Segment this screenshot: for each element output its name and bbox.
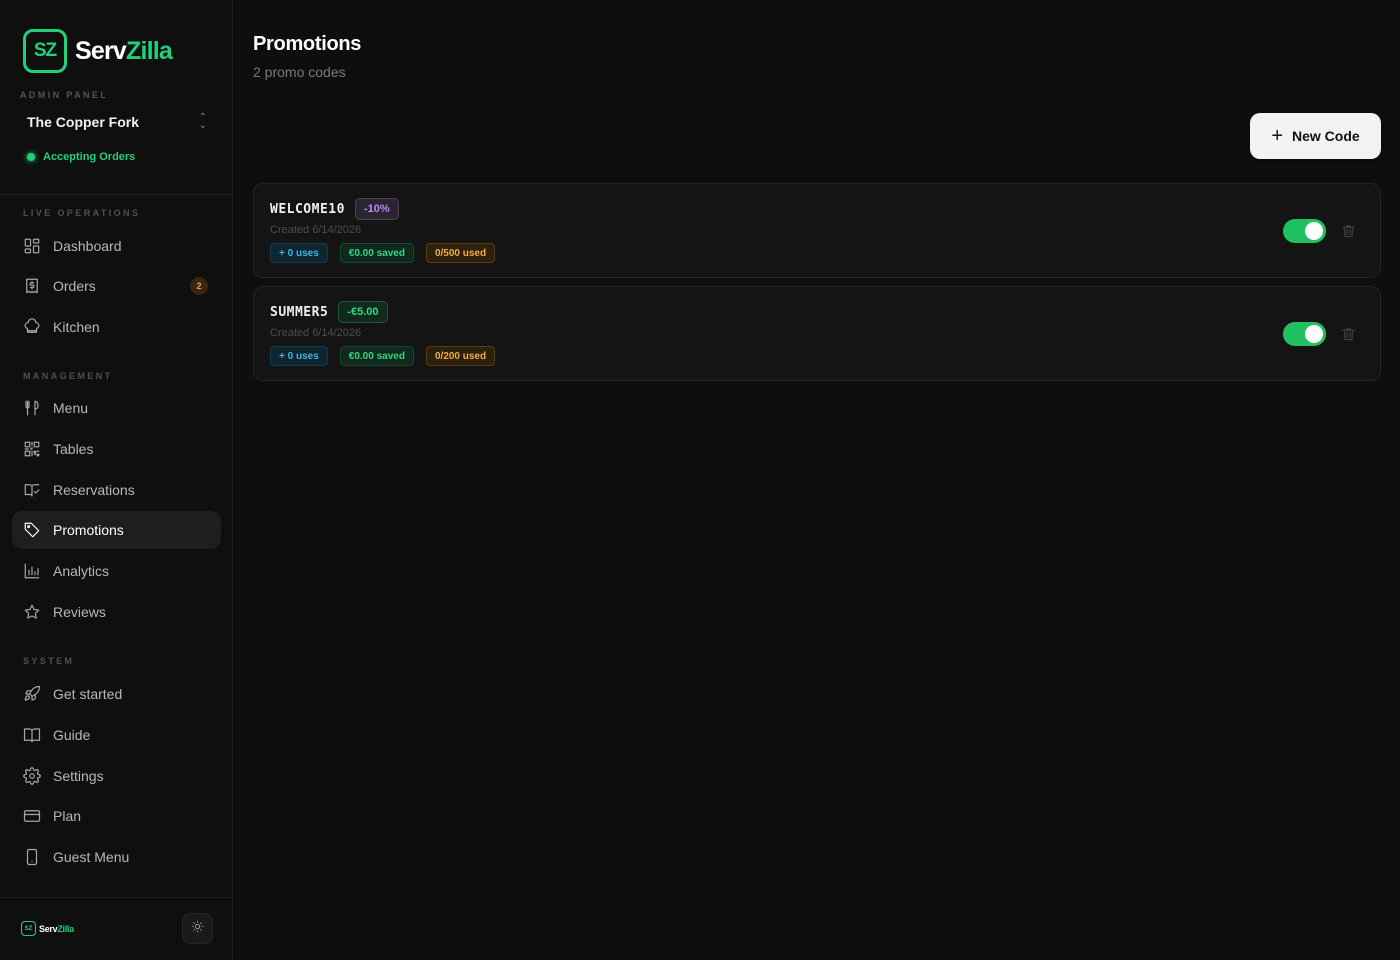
sidebar-item-label: Plan (53, 808, 82, 824)
dashboard-icon (23, 237, 41, 255)
sidebar-item-label: Settings (53, 768, 104, 784)
sidebar-item-label: Promotions (53, 522, 124, 538)
sidebar-item-analytics[interactable]: Analytics (12, 552, 221, 590)
brand-name-part2: Zilla (126, 36, 173, 65)
sidebar-item-tables[interactable]: Tables (12, 430, 221, 468)
sidebar-footer-divider (0, 897, 233, 898)
logo-mark: SZ (23, 29, 67, 73)
restaurant-switcher[interactable]: The Copper Fork ⌃ ⌄ (27, 112, 207, 131)
page-subtitle: 2 promo codes (253, 64, 346, 80)
toggle-knob (1305, 222, 1323, 240)
saved-badge: €0.00 saved (339, 346, 414, 366)
sidebar-item-label: Dashboard (53, 238, 122, 254)
sidebar-item-label: Orders (53, 278, 96, 294)
sidebar-item-orders[interactable]: Orders 2 (12, 267, 221, 305)
promo-stats: + 0 uses €0.00 saved 0/200 used (270, 346, 507, 366)
brand-name: ServZilla (75, 36, 173, 66)
section-title-management: MANAGEMENT (23, 371, 113, 381)
orders-count-badge: 2 (190, 277, 208, 295)
sidebar-item-label: Tables (53, 441, 94, 457)
receipt-icon (23, 277, 41, 295)
tag-icon (23, 521, 41, 539)
plus-icon: + (1271, 125, 1283, 147)
book-open-check-icon (23, 481, 41, 499)
discount-badge: -10% (354, 198, 399, 220)
theme-toggle-button[interactable] (182, 913, 213, 944)
sidebar-item-label: Guest Menu (53, 849, 130, 865)
active-toggle[interactable] (1283, 219, 1326, 243)
credit-card-icon (23, 807, 41, 825)
sidebar-item-guide[interactable]: Guide (12, 716, 221, 754)
sidebar-item-label: Get started (53, 686, 123, 702)
created-date: Created 6/14/2026 (270, 224, 362, 236)
footer-brand-part1: Serv (39, 923, 58, 934)
sun-icon (191, 920, 204, 938)
sidebar-item-promotions[interactable]: Promotions (12, 511, 221, 549)
chevron-up-down-icon: ⌃ ⌄ (198, 112, 207, 131)
sidebar-item-label: Analytics (53, 563, 110, 579)
sidebar: SZ ServZilla ADMIN PANEL The Copper Fork… (0, 0, 233, 960)
restaurant-name: The Copper Fork (27, 114, 140, 130)
status-text: Accepting Orders (43, 151, 136, 163)
saved-badge: €0.00 saved (339, 243, 414, 263)
admin-panel-label: ADMIN PANEL (20, 90, 109, 100)
promo-card: WELCOME10 -10% Created 6/14/2026 + 0 use… (253, 183, 1381, 278)
discount-badge: -€5.00 (338, 301, 388, 323)
footer-logo-mark: SZ (21, 921, 36, 936)
smartphone-icon (23, 848, 41, 866)
toggle-knob (1305, 325, 1323, 343)
bar-chart-icon (23, 562, 41, 580)
trash-icon[interactable] (1342, 224, 1355, 238)
active-toggle[interactable] (1283, 322, 1326, 346)
status-dot-icon (27, 153, 35, 161)
promo-code-row: SUMMER5 -€5.00 (270, 301, 388, 323)
rocket-icon (23, 685, 41, 703)
sidebar-item-label: Guide (53, 727, 91, 743)
footer-logo: SZ ServZilla (21, 921, 74, 936)
promo-code: SUMMER5 (270, 304, 329, 320)
sidebar-item-get-started[interactable]: Get started (12, 675, 221, 713)
trash-icon[interactable] (1342, 327, 1355, 341)
promo-card: SUMMER5 -€5.00 Created 6/14/2026 + 0 use… (253, 286, 1381, 381)
new-code-label: New Code (1292, 128, 1360, 144)
sidebar-item-menu[interactable]: Menu (12, 389, 221, 427)
promo-code-row: WELCOME10 -10% (270, 198, 399, 220)
footer-brand-name: ServZilla (39, 924, 74, 934)
brand-name-part1: Serv (75, 36, 127, 65)
sidebar-item-plan[interactable]: Plan (12, 797, 221, 835)
sidebar-divider (0, 194, 233, 195)
brand-logo[interactable]: SZ ServZilla (23, 29, 173, 73)
footer-brand-part2: Zilla (57, 923, 74, 934)
created-date: Created 6/14/2026 (270, 327, 362, 339)
uses-badge: + 0 uses (270, 243, 328, 263)
chef-hat-icon (23, 318, 41, 336)
sidebar-item-reviews[interactable]: Reviews (12, 593, 221, 631)
section-title-live: LIVE OPERATIONS (23, 208, 141, 218)
page-title: Promotions (253, 33, 362, 55)
sidebar-item-reservations[interactable]: Reservations (12, 471, 221, 509)
gear-icon (23, 767, 41, 785)
promo-code: WELCOME10 (270, 201, 345, 217)
promo-stats: + 0 uses €0.00 saved 0/500 used (270, 243, 507, 263)
sidebar-item-guest-menu[interactable]: Guest Menu (12, 838, 221, 876)
used-badge: 0/500 used (425, 243, 496, 263)
section-title-system: SYSTEM (23, 656, 75, 666)
uses-badge: + 0 uses (270, 346, 328, 366)
star-icon (23, 603, 41, 621)
sidebar-item-dashboard[interactable]: Dashboard (12, 227, 221, 265)
order-status: Accepting Orders (27, 151, 135, 163)
sidebar-item-settings[interactable]: Settings (12, 757, 221, 795)
utensils-icon (23, 399, 41, 417)
sidebar-item-label: Reviews (53, 604, 106, 620)
sidebar-item-kitchen[interactable]: Kitchen (12, 308, 221, 346)
sidebar-item-label: Kitchen (53, 319, 100, 335)
sidebar-item-label: Reservations (53, 482, 135, 498)
book-open-icon (23, 726, 41, 744)
qr-code-icon (23, 440, 41, 458)
new-code-button[interactable]: + New Code (1250, 113, 1381, 159)
used-badge: 0/200 used (425, 346, 496, 366)
sidebar-item-label: Menu (53, 400, 89, 416)
